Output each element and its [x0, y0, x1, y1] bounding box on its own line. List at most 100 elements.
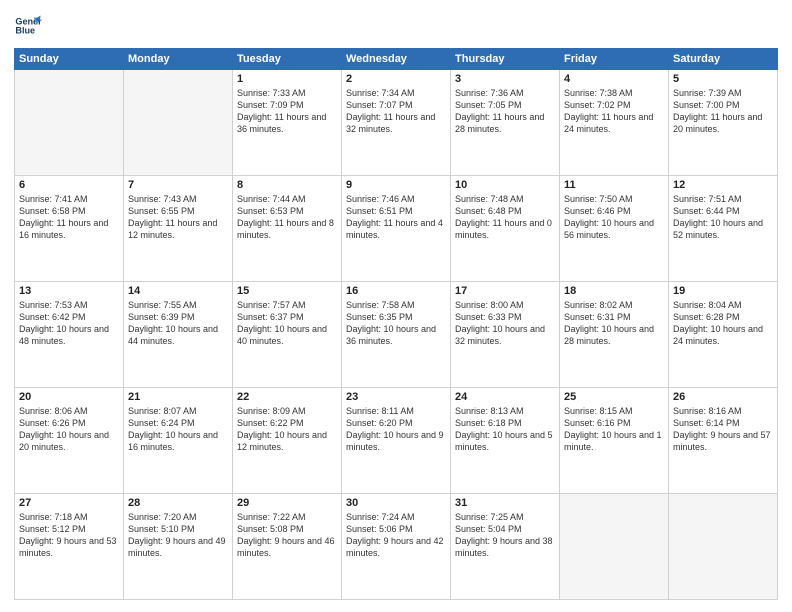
calendar-day-header: Friday	[560, 49, 669, 70]
calendar-cell: 1 Sunrise: 7:33 AM Sunset: 7:09 PM Daylig…	[233, 70, 342, 176]
cell-info: Sunrise: 7:55 AM Sunset: 6:39 PM Dayligh…	[128, 299, 228, 348]
cell-info: Sunrise: 7:22 AM Sunset: 5:08 PM Dayligh…	[237, 511, 337, 560]
calendar-day-header: Monday	[124, 49, 233, 70]
cell-info: Sunrise: 7:36 AM Sunset: 7:05 PM Dayligh…	[455, 87, 555, 136]
day-number: 4	[564, 73, 664, 85]
calendar-cell: 24Sunrise: 8:13 AM Sunset: 6:18 PM Dayli…	[451, 388, 560, 494]
calendar-cell: 7Sunrise: 7:43 AM Sunset: 6:55 PM Daylig…	[124, 176, 233, 282]
calendar-cell: 23Sunrise: 8:11 AM Sunset: 6:20 PM Dayli…	[342, 388, 451, 494]
cell-info: Sunrise: 7:53 AM Sunset: 6:42 PM Dayligh…	[19, 299, 119, 348]
calendar-cell: 19 Sunrise: 8:04 AM Sunset: 6:28 PM Dayli…	[669, 282, 778, 388]
cell-info: Sunrise: 7:33 AM Sunset: 7:09 PM Dayligh…	[237, 87, 337, 136]
day-number: 30	[346, 497, 446, 509]
day-number: 19	[673, 285, 773, 297]
calendar-cell: 13 Sunrise: 7:53 AM Sunset: 6:42 PM Dayli…	[15, 282, 124, 388]
cell-info: Sunrise: 7:48 AM Sunset: 6:48 PM Dayligh…	[455, 193, 555, 242]
cell-info: Sunrise: 8:11 AM Sunset: 6:20 PM Dayligh…	[346, 405, 446, 454]
cell-info: Sunrise: 7:20 AM Sunset: 5:10 PM Dayligh…	[128, 511, 228, 560]
cell-info: Sunrise: 7:44 AM Sunset: 6:53 PM Dayligh…	[237, 193, 337, 242]
day-number: 6	[19, 179, 119, 191]
calendar-week-row: 6 Sunrise: 7:41 AM Sunset: 6:58 PM Daylig…	[15, 176, 778, 282]
calendar-cell: 8 Sunrise: 7:44 AM Sunset: 6:53 PM Daylig…	[233, 176, 342, 282]
cell-info: Sunrise: 7:41 AM Sunset: 6:58 PM Dayligh…	[19, 193, 119, 242]
day-number: 8	[237, 179, 337, 191]
cell-info: Sunrise: 7:51 AM Sunset: 6:44 PM Dayligh…	[673, 193, 773, 242]
calendar-cell: 27 Sunrise: 7:18 AM Sunset: 5:12 PM Dayli…	[15, 494, 124, 600]
day-number: 11	[564, 179, 664, 191]
day-number: 22	[237, 391, 337, 403]
day-number: 27	[19, 497, 119, 509]
cell-info: Sunrise: 7:50 AM Sunset: 6:46 PM Dayligh…	[564, 193, 664, 242]
calendar-week-row: 1 Sunrise: 7:33 AM Sunset: 7:09 PM Daylig…	[15, 70, 778, 176]
calendar-cell: 10 Sunrise: 7:48 AM Sunset: 6:48 PM Dayli…	[451, 176, 560, 282]
calendar-day-header: Saturday	[669, 49, 778, 70]
cell-info: Sunrise: 7:39 AM Sunset: 7:00 PM Dayligh…	[673, 87, 773, 136]
cell-info: Sunrise: 8:09 AM Sunset: 6:22 PM Dayligh…	[237, 405, 337, 454]
day-number: 26	[673, 391, 773, 403]
calendar-cell: 20 Sunrise: 8:06 AM Sunset: 6:26 PM Dayli…	[15, 388, 124, 494]
day-number: 13	[19, 285, 119, 297]
day-number: 14	[128, 285, 228, 297]
calendar-day-header: Wednesday	[342, 49, 451, 70]
day-number: 17	[455, 285, 555, 297]
day-number: 9	[346, 179, 446, 191]
calendar-cell: 5 Sunrise: 7:39 AM Sunset: 7:00 PM Daylig…	[669, 70, 778, 176]
calendar-cell: 6 Sunrise: 7:41 AM Sunset: 6:58 PM Daylig…	[15, 176, 124, 282]
cell-info: Sunrise: 7:43 AM Sunset: 6:55 PM Dayligh…	[128, 193, 228, 242]
day-number: 31	[455, 497, 555, 509]
day-number: 10	[455, 179, 555, 191]
cell-info: Sunrise: 7:18 AM Sunset: 5:12 PM Dayligh…	[19, 511, 119, 560]
calendar-cell: 25 Sunrise: 8:15 AM Sunset: 6:16 PM Dayli…	[560, 388, 669, 494]
calendar-cell: 18 Sunrise: 8:02 AM Sunset: 6:31 PM Dayli…	[560, 282, 669, 388]
calendar-cell: 29 Sunrise: 7:22 AM Sunset: 5:08 PM Dayli…	[233, 494, 342, 600]
day-number: 5	[673, 73, 773, 85]
cell-info: Sunrise: 7:34 AM Sunset: 7:07 PM Dayligh…	[346, 87, 446, 136]
calendar-cell: 26 Sunrise: 8:16 AM Sunset: 6:14 PM Dayli…	[669, 388, 778, 494]
day-number: 18	[564, 285, 664, 297]
calendar-table: SundayMondayTuesdayWednesdayThursdayFrid…	[14, 48, 778, 600]
calendar-cell: 2 Sunrise: 7:34 AM Sunset: 7:07 PM Daylig…	[342, 70, 451, 176]
day-number: 24	[455, 391, 555, 403]
day-number: 20	[19, 391, 119, 403]
calendar-cell: 22 Sunrise: 8:09 AM Sunset: 6:22 PM Dayli…	[233, 388, 342, 494]
cell-info: Sunrise: 7:46 AM Sunset: 6:51 PM Dayligh…	[346, 193, 446, 242]
day-number: 25	[564, 391, 664, 403]
day-number: 16	[346, 285, 446, 297]
day-number: 2	[346, 73, 446, 85]
calendar-day-header: Thursday	[451, 49, 560, 70]
cell-info: Sunrise: 8:02 AM Sunset: 6:31 PM Dayligh…	[564, 299, 664, 348]
cell-info: Sunrise: 7:24 AM Sunset: 5:06 PM Dayligh…	[346, 511, 446, 560]
calendar-cell: 21 Sunrise: 8:07 AM Sunset: 6:24 PM Dayli…	[124, 388, 233, 494]
day-number: 3	[455, 73, 555, 85]
calendar-cell: 12Sunrise: 7:51 AM Sunset: 6:44 PM Dayli…	[669, 176, 778, 282]
day-number: 21	[128, 391, 228, 403]
calendar-cell: 9 Sunrise: 7:46 AM Sunset: 6:51 PM Daylig…	[342, 176, 451, 282]
calendar-header-row: SundayMondayTuesdayWednesdayThursdayFrid…	[15, 49, 778, 70]
calendar-cell: 15 Sunrise: 7:57 AM Sunset: 6:37 PM Dayli…	[233, 282, 342, 388]
cell-info: Sunrise: 7:57 AM Sunset: 6:37 PM Dayligh…	[237, 299, 337, 348]
calendar-cell: 31 Sunrise: 7:25 AM Sunset: 5:04 PM Dayli…	[451, 494, 560, 600]
day-number: 28	[128, 497, 228, 509]
calendar-cell	[15, 70, 124, 176]
cell-info: Sunrise: 7:38 AM Sunset: 7:02 PM Dayligh…	[564, 87, 664, 136]
cell-info: Sunrise: 8:15 AM Sunset: 6:16 PM Dayligh…	[564, 405, 664, 454]
cell-info: Sunrise: 8:06 AM Sunset: 6:26 PM Dayligh…	[19, 405, 119, 454]
calendar-cell: 16Sunrise: 7:58 AM Sunset: 6:35 PM Dayli…	[342, 282, 451, 388]
day-number: 1	[237, 73, 337, 85]
header: General Blue	[14, 12, 778, 40]
page: General Blue SundayMondayTuesdayWednesda…	[0, 0, 792, 612]
cell-info: Sunrise: 7:25 AM Sunset: 5:04 PM Dayligh…	[455, 511, 555, 560]
day-number: 29	[237, 497, 337, 509]
svg-text:Blue: Blue	[15, 26, 35, 36]
calendar-cell: 17Sunrise: 8:00 AM Sunset: 6:33 PM Dayli…	[451, 282, 560, 388]
cell-info: Sunrise: 8:16 AM Sunset: 6:14 PM Dayligh…	[673, 405, 773, 454]
cell-info: Sunrise: 8:04 AM Sunset: 6:28 PM Dayligh…	[673, 299, 773, 348]
logo-icon: General Blue	[14, 12, 42, 40]
calendar-cell: 14 Sunrise: 7:55 AM Sunset: 6:39 PM Dayli…	[124, 282, 233, 388]
cell-info: Sunrise: 8:07 AM Sunset: 6:24 PM Dayligh…	[128, 405, 228, 454]
calendar-cell	[560, 494, 669, 600]
calendar-week-row: 27 Sunrise: 7:18 AM Sunset: 5:12 PM Dayli…	[15, 494, 778, 600]
calendar-cell: 30 Sunrise: 7:24 AM Sunset: 5:06 PM Dayli…	[342, 494, 451, 600]
day-number: 15	[237, 285, 337, 297]
calendar-day-header: Sunday	[15, 49, 124, 70]
